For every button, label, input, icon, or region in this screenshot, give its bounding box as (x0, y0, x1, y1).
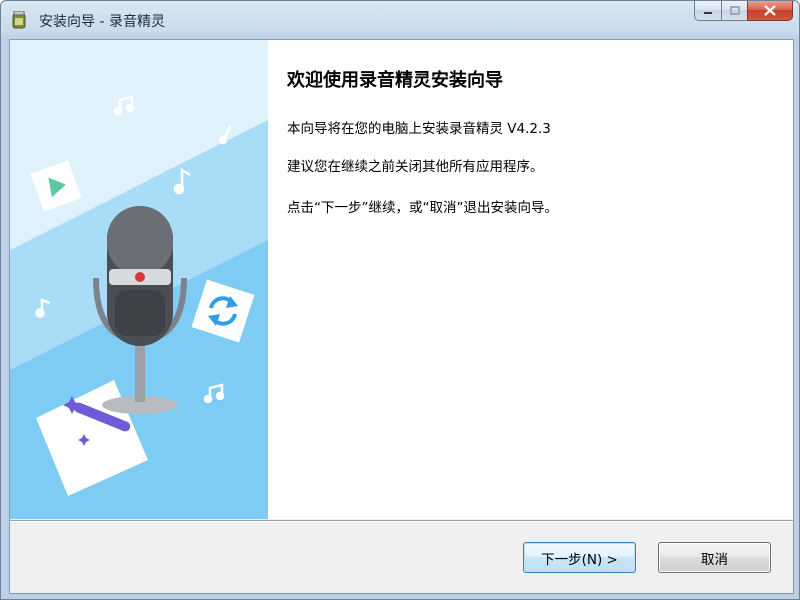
continue-instruction: 点击“下一步”继续，或“取消”退出安装向导。 (287, 200, 558, 216)
close-icon (764, 5, 776, 16)
maximize-button[interactable] (721, 1, 747, 21)
installer-jar-icon (11, 10, 27, 29)
welcome-heading: 欢迎使用录音精灵安装向导 (287, 70, 503, 91)
title-bar[interactable]: 安装向导 - 录音精灵 (1, 1, 799, 39)
close-button[interactable] (747, 1, 793, 21)
wizard-banner (10, 40, 268, 519)
maximize-icon (729, 5, 740, 15)
minimize-button[interactable] (694, 1, 721, 21)
installer-window: 安装向导 - 录音精灵 欢迎使用录音精灵安装向导 本向导将在您的电脑上安装录音精… (0, 0, 800, 600)
wizard-client-area: 欢迎使用录音精灵安装向导 本向导将在您的电脑上安装录音精灵 V4.2.3 建议您… (9, 39, 794, 594)
minimize-icon (704, 11, 712, 14)
caption-buttons (694, 1, 793, 23)
cancel-button[interactable]: 取消 (658, 542, 771, 573)
close-apps-advice: 建议您在继续之前关闭其他所有应用程序。 (287, 159, 544, 175)
wizard-content: 欢迎使用录音精灵安装向导 本向导将在您的电脑上安装录音精灵 V4.2.3 建议您… (268, 40, 793, 519)
button-separator (10, 520, 793, 522)
install-description: 本向导将在您的电脑上安装录音精灵 V4.2.3 (287, 121, 551, 137)
next-button[interactable]: 下一步(N) > (523, 542, 636, 573)
window-title: 安装向导 - 录音精灵 (39, 14, 165, 30)
